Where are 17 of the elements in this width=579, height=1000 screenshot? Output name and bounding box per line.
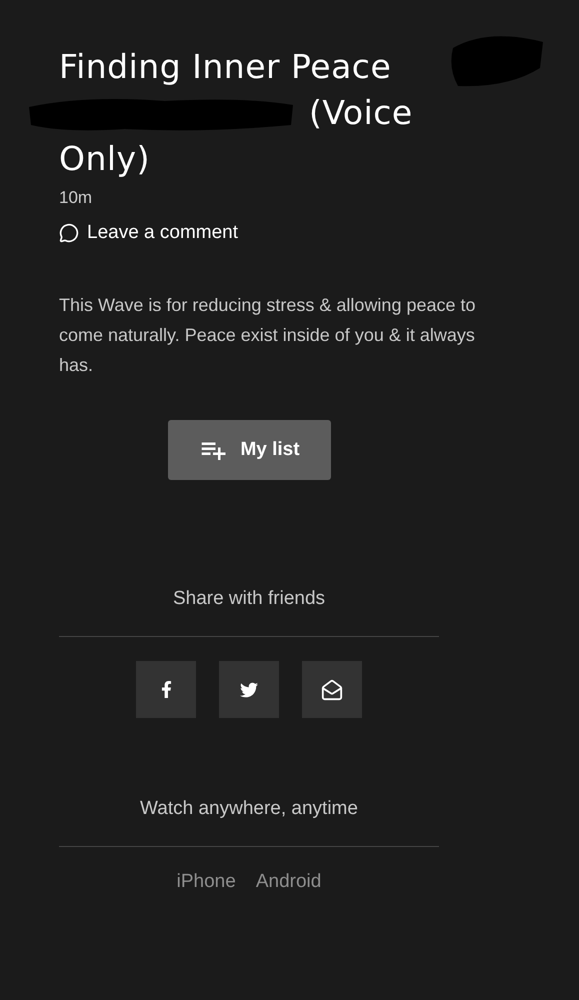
speech-bubble-icon: [59, 223, 79, 243]
title-text: Finding Inner Peace: [59, 46, 392, 88]
twitter-icon: [240, 680, 258, 698]
my-list-button[interactable]: My list: [168, 420, 330, 480]
twitter-share-button[interactable]: [219, 661, 279, 718]
title-text: (Voice: [309, 92, 413, 134]
app-link[interactable]: iPhone: [176, 871, 236, 893]
apps-heading: Watch anywhere, anytime: [140, 798, 358, 820]
email-share-button[interactable]: [302, 661, 362, 718]
duration-text: 10m: [59, 188, 94, 208]
share-heading: Share with friends: [172, 588, 326, 610]
description-text: This Wave is for reducing stress & allowing peace to come naturally. Peace exist inside of you & it always has.: [59, 294, 477, 377]
title-text: Only): [59, 138, 150, 180]
app-link[interactable]: Android: [256, 871, 322, 893]
facebook-share-button[interactable]: [136, 661, 196, 718]
open-envelope-icon: [321, 678, 343, 700]
comment-link[interactable]: Leave a comment: [59, 222, 238, 244]
